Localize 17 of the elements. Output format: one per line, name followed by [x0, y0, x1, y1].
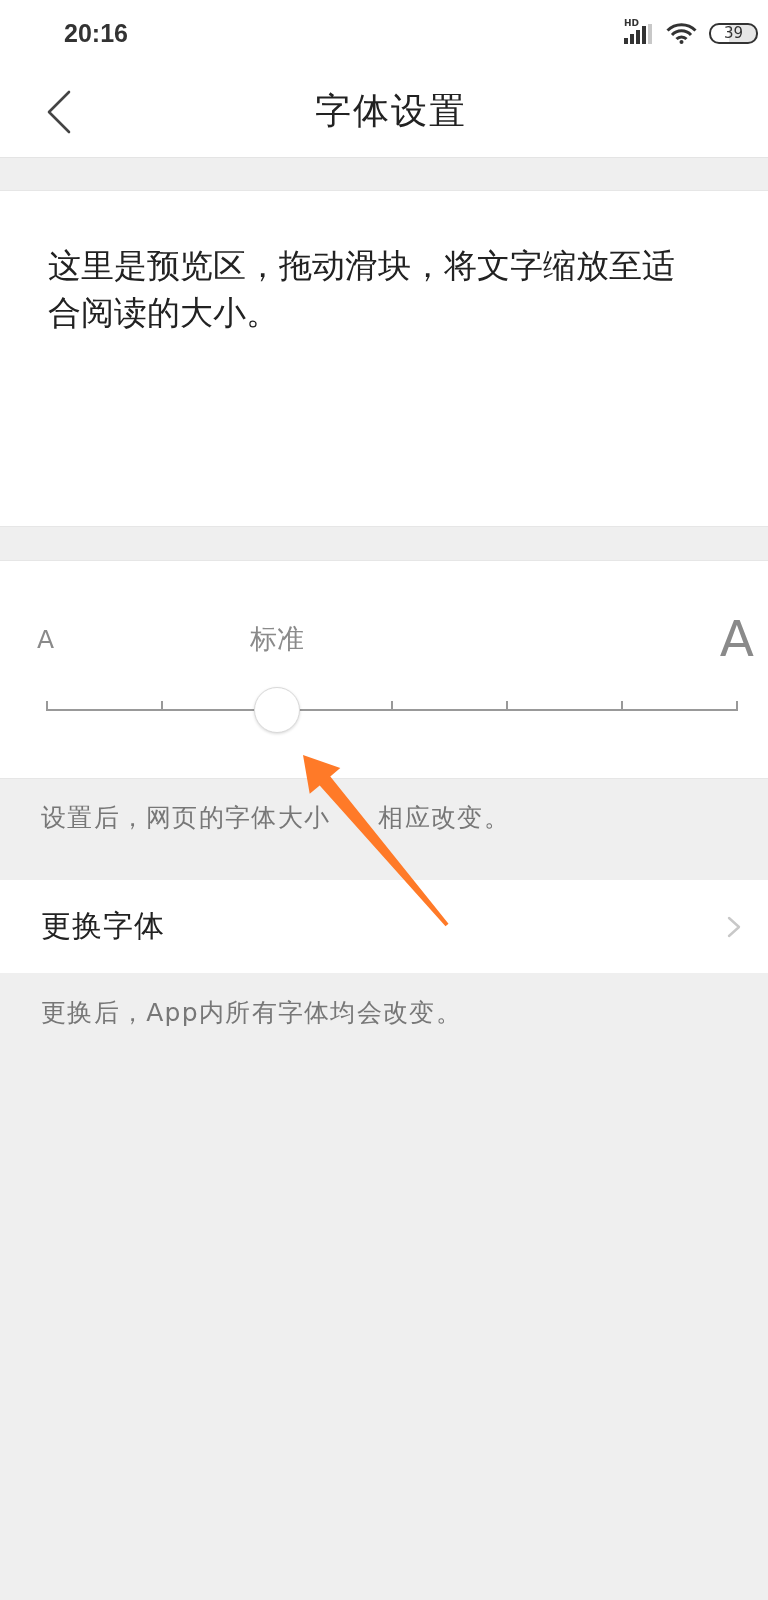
- signal-icon: [624, 24, 652, 44]
- page-title: 字体设置: [314, 89, 467, 133]
- current-size-label: 标准: [249, 622, 304, 656]
- large-size-label: A: [719, 612, 754, 666]
- battery-indicator: 39: [709, 22, 758, 44]
- chevron-right-icon: [727, 915, 741, 938]
- slider-thumb[interactable]: [253, 687, 300, 733]
- change-font-row[interactable]: 更换字体: [0, 880, 768, 973]
- status-time: 20:16: [64, 18, 128, 48]
- small-size-label: A: [37, 624, 55, 654]
- wifi-icon: [666, 22, 697, 44]
- change-font-note: 更换后，App内所有字体均会改变。: [41, 999, 462, 1027]
- size-note-text: 设置后，网页的字体大小: [41, 804, 331, 832]
- preview-text: 这里是预览区，拖动滑块，将文字缩放至适合阅读的大小。: [48, 245, 676, 334]
- network-type-label: HD: [624, 18, 640, 28]
- back-icon[interactable]: [46, 89, 71, 134]
- size-note-text: 相应改变。: [378, 804, 510, 832]
